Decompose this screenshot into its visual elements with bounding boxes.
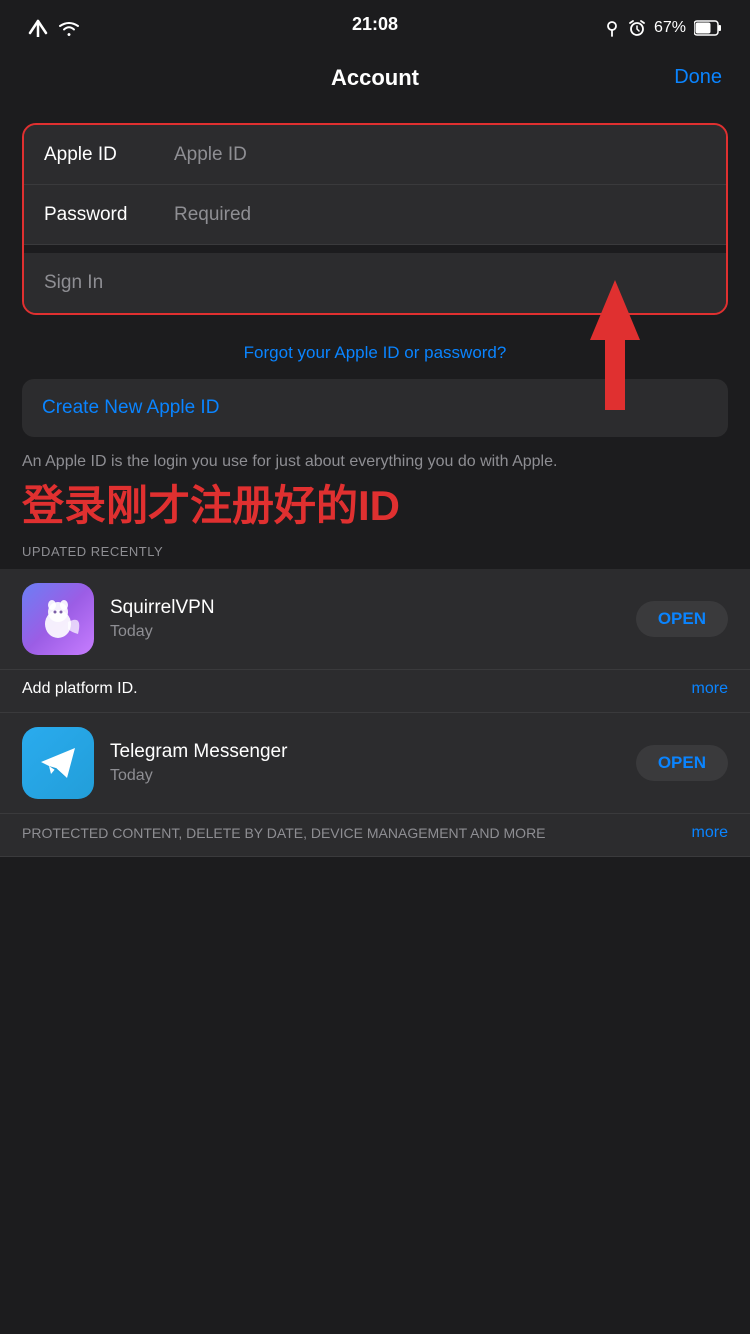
battery-percentage: 67% [654,19,686,37]
telegram-app-item: Telegram Messenger Today OPEN [0,713,750,814]
apple-id-description: An Apple ID is the login you use for jus… [0,437,750,477]
wifi-icon [58,19,80,37]
create-apple-id-label: Create New Apple ID [42,397,219,418]
updated-recently-label: UPDATED RECENTLY [0,536,750,569]
battery-icon [694,20,722,36]
status-bar: 21:08 67% [0,0,750,50]
squirrelvpn-desc-row: Add platform ID. more [0,670,750,713]
apple-id-label: Apple ID [44,144,174,166]
nav-title: Account [331,65,419,91]
squirrelvpn-open-button[interactable]: OPEN [636,601,728,637]
telegram-open-button[interactable]: OPEN [636,745,728,781]
squirrelvpn-more-link[interactable]: more [692,680,728,698]
squirrelvpn-description: Add platform ID. [22,680,682,698]
squirrelvpn-date: Today [110,623,636,641]
squirrelvpn-icon [22,583,94,655]
telegram-date: Today [110,767,636,785]
status-time: 21:08 [352,14,398,35]
done-button[interactable]: Done [674,66,722,89]
status-left-icons [28,19,80,37]
telegram-more-link[interactable]: more [692,824,728,842]
red-arrow-annotation [570,280,660,415]
squirrelvpn-info: SquirrelVPN Today [110,597,636,641]
telegram-desc-row: PROTECTED CONTENT, DELETE BY DATE, DEVIC… [0,814,750,857]
squirrelvpn-name: SquirrelVPN [110,597,636,619]
chinese-annotation: 登录刚才注册好的ID [0,477,750,535]
alarm-icon [628,19,646,37]
app-list: SquirrelVPN Today OPEN Add platform ID. … [0,569,750,857]
telegram-description: PROTECTED CONTENT, DELETE BY DATE, DEVIC… [22,825,682,841]
telegram-name: Telegram Messenger [110,741,636,763]
form-divider [24,245,726,253]
apple-id-row: Apple ID [24,125,726,185]
nav-bar: Account Done [0,50,750,105]
sign-in-label: Sign In [44,272,103,294]
password-row: Password [24,185,726,245]
password-label: Password [44,204,174,226]
telegram-info: Telegram Messenger Today [110,741,636,785]
squirrelvpn-app-item: SquirrelVPN Today OPEN [0,569,750,670]
signal-icon [28,19,48,37]
apple-id-input[interactable] [174,144,706,166]
password-input[interactable] [174,204,706,226]
status-right-icons: 67% [604,19,722,37]
form-container: Apple ID Password Sign In [0,123,750,315]
telegram-icon [22,727,94,799]
location-icon [604,19,620,37]
